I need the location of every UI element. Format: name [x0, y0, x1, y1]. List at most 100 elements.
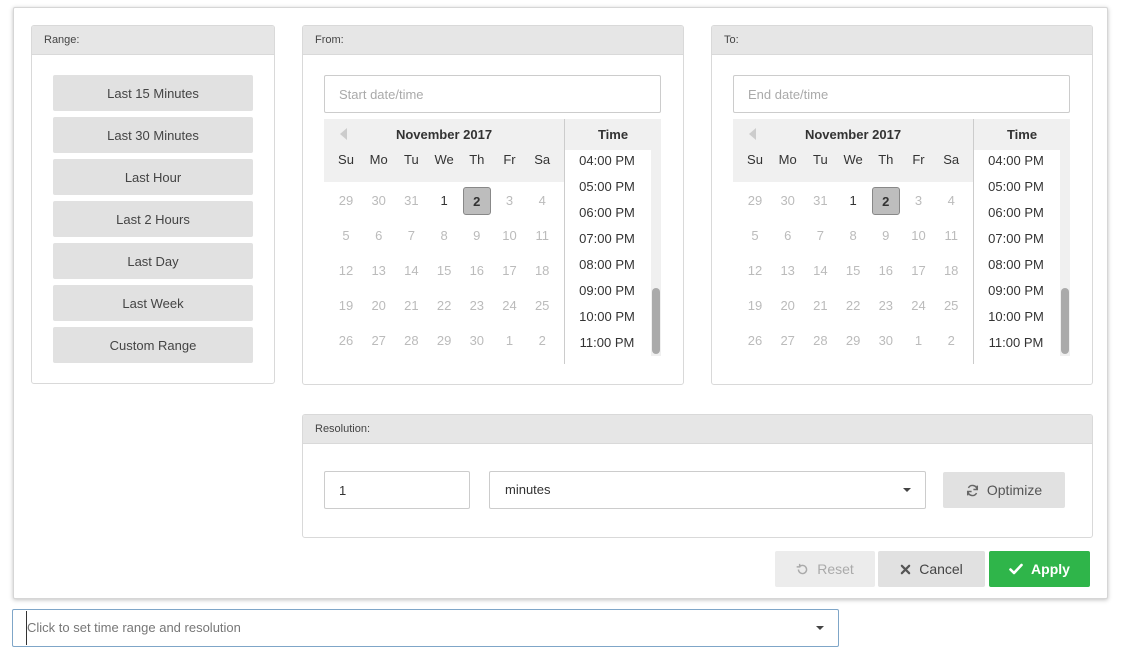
time-option[interactable]: 09:00 PM [565, 283, 649, 298]
range-last-hour-button[interactable]: Last Hour [53, 159, 253, 195]
calendar-day[interactable]: 31 [397, 187, 425, 215]
calendar-day[interactable]: 12 [741, 257, 769, 285]
time-option[interactable]: 06:00 PM [565, 205, 649, 220]
range-custom-range-button[interactable]: Custom Range [53, 327, 253, 363]
calendar-day[interactable]: 5 [332, 222, 360, 250]
calendar-day[interactable]: 21 [806, 292, 834, 320]
calendar-day[interactable]: 4 [937, 187, 965, 215]
calendar-day[interactable]: 2 [871, 187, 900, 215]
cancel-button[interactable]: Cancel [878, 551, 985, 587]
calendar-day[interactable]: 17 [905, 257, 933, 285]
time-option[interactable]: 10:00 PM [565, 309, 649, 324]
calendar-day[interactable]: 1 [496, 327, 524, 355]
calendar-day[interactable]: 25 [528, 292, 556, 320]
calendar-day[interactable]: 13 [774, 257, 802, 285]
end-datetime-input[interactable] [733, 75, 1070, 113]
calendar-day[interactable]: 15 [430, 257, 458, 285]
calendar-day[interactable]: 29 [430, 327, 458, 355]
calendar-day[interactable]: 30 [365, 187, 393, 215]
time-option[interactable]: 11:00 PM [974, 335, 1058, 350]
calendar-day[interactable]: 22 [430, 292, 458, 320]
calendar-day[interactable]: 23 [463, 292, 491, 320]
calendar-day[interactable]: 31 [806, 187, 834, 215]
from-time-scrollbar[interactable] [651, 150, 661, 356]
calendar-day[interactable]: 28 [806, 327, 834, 355]
calendar-day[interactable]: 7 [806, 222, 834, 250]
calendar-day[interactable]: 22 [839, 292, 867, 320]
calendar-day[interactable]: 25 [937, 292, 965, 320]
calendar-day[interactable]: 26 [741, 327, 769, 355]
range-last-day-button[interactable]: Last Day [53, 243, 253, 279]
calendar-day[interactable]: 11 [937, 222, 965, 250]
calendar-day[interactable]: 24 [496, 292, 524, 320]
calendar-day[interactable]: 30 [774, 187, 802, 215]
start-datetime-input[interactable] [324, 75, 661, 113]
calendar-day[interactable]: 18 [528, 257, 556, 285]
calendar-day[interactable]: 24 [905, 292, 933, 320]
calendar-day[interactable]: 29 [332, 187, 360, 215]
calendar-day[interactable]: 29 [839, 327, 867, 355]
calendar-day[interactable]: 14 [806, 257, 834, 285]
range-last-30-minutes-button[interactable]: Last 30 Minutes [53, 117, 253, 153]
time-option[interactable]: 06:00 PM [974, 205, 1058, 220]
time-option[interactable]: 10:00 PM [974, 309, 1058, 324]
calendar-day[interactable]: 20 [774, 292, 802, 320]
time-range-trigger[interactable]: Click to set time range and resolution [12, 609, 839, 647]
calendar-day[interactable]: 1 [430, 187, 458, 215]
calendar-day[interactable]: 29 [741, 187, 769, 215]
calendar-day[interactable]: 27 [774, 327, 802, 355]
time-option[interactable]: 08:00 PM [974, 257, 1058, 272]
calendar-day[interactable]: 4 [528, 187, 556, 215]
calendar-day[interactable]: 2 [462, 187, 491, 215]
calendar-day[interactable]: 6 [365, 222, 393, 250]
resolution-unit-select[interactable]: minutes [489, 471, 926, 509]
calendar-day[interactable]: 18 [937, 257, 965, 285]
time-option[interactable]: 11:00 PM [565, 335, 649, 350]
calendar-day[interactable]: 1 [839, 187, 867, 215]
calendar-day[interactable]: 8 [839, 222, 867, 250]
range-last-15-minutes-button[interactable]: Last 15 Minutes [53, 75, 253, 111]
calendar-day[interactable]: 17 [496, 257, 524, 285]
calendar-day[interactable]: 5 [741, 222, 769, 250]
time-option[interactable]: 09:00 PM [974, 283, 1058, 298]
range-last-2-hours-button[interactable]: Last 2 Hours [53, 201, 253, 237]
time-option[interactable]: 05:00 PM [565, 179, 649, 194]
from-time-scroll-thumb[interactable] [652, 288, 660, 354]
calendar-day[interactable]: 10 [496, 222, 524, 250]
time-option[interactable]: 07:00 PM [565, 231, 649, 246]
calendar-day[interactable]: 16 [463, 257, 491, 285]
calendar-day[interactable]: 9 [463, 222, 491, 250]
calendar-day[interactable]: 3 [905, 187, 933, 215]
optimize-button[interactable]: Optimize [943, 472, 1065, 508]
calendar-day[interactable]: 26 [332, 327, 360, 355]
time-option[interactable]: 05:00 PM [974, 179, 1058, 194]
calendar-day[interactable]: 28 [397, 327, 425, 355]
resolution-value-input[interactable] [324, 471, 470, 509]
calendar-day[interactable]: 27 [365, 327, 393, 355]
calendar-day[interactable]: 15 [839, 257, 867, 285]
time-option[interactable]: 08:00 PM [565, 257, 649, 272]
time-option[interactable]: 04:00 PM [565, 153, 649, 168]
range-last-week-button[interactable]: Last Week [53, 285, 253, 321]
calendar-day[interactable]: 8 [430, 222, 458, 250]
to-time-scrollbar[interactable] [1060, 150, 1070, 356]
calendar-day[interactable]: 16 [872, 257, 900, 285]
calendar-day[interactable]: 19 [332, 292, 360, 320]
calendar-day[interactable]: 6 [774, 222, 802, 250]
calendar-day[interactable]: 7 [397, 222, 425, 250]
calendar-day[interactable]: 10 [905, 222, 933, 250]
calendar-day[interactable]: 13 [365, 257, 393, 285]
calendar-day[interactable]: 20 [365, 292, 393, 320]
calendar-day[interactable]: 11 [528, 222, 556, 250]
apply-button[interactable]: Apply [989, 551, 1090, 587]
calendar-day[interactable]: 2 [937, 327, 965, 355]
calendar-day[interactable]: 23 [872, 292, 900, 320]
calendar-day[interactable]: 14 [397, 257, 425, 285]
calendar-day[interactable]: 30 [872, 327, 900, 355]
calendar-day[interactable]: 2 [528, 327, 556, 355]
time-option[interactable]: 04:00 PM [974, 153, 1058, 168]
calendar-day[interactable]: 1 [905, 327, 933, 355]
time-option[interactable]: 07:00 PM [974, 231, 1058, 246]
calendar-day[interactable]: 3 [496, 187, 524, 215]
calendar-day[interactable]: 21 [397, 292, 425, 320]
